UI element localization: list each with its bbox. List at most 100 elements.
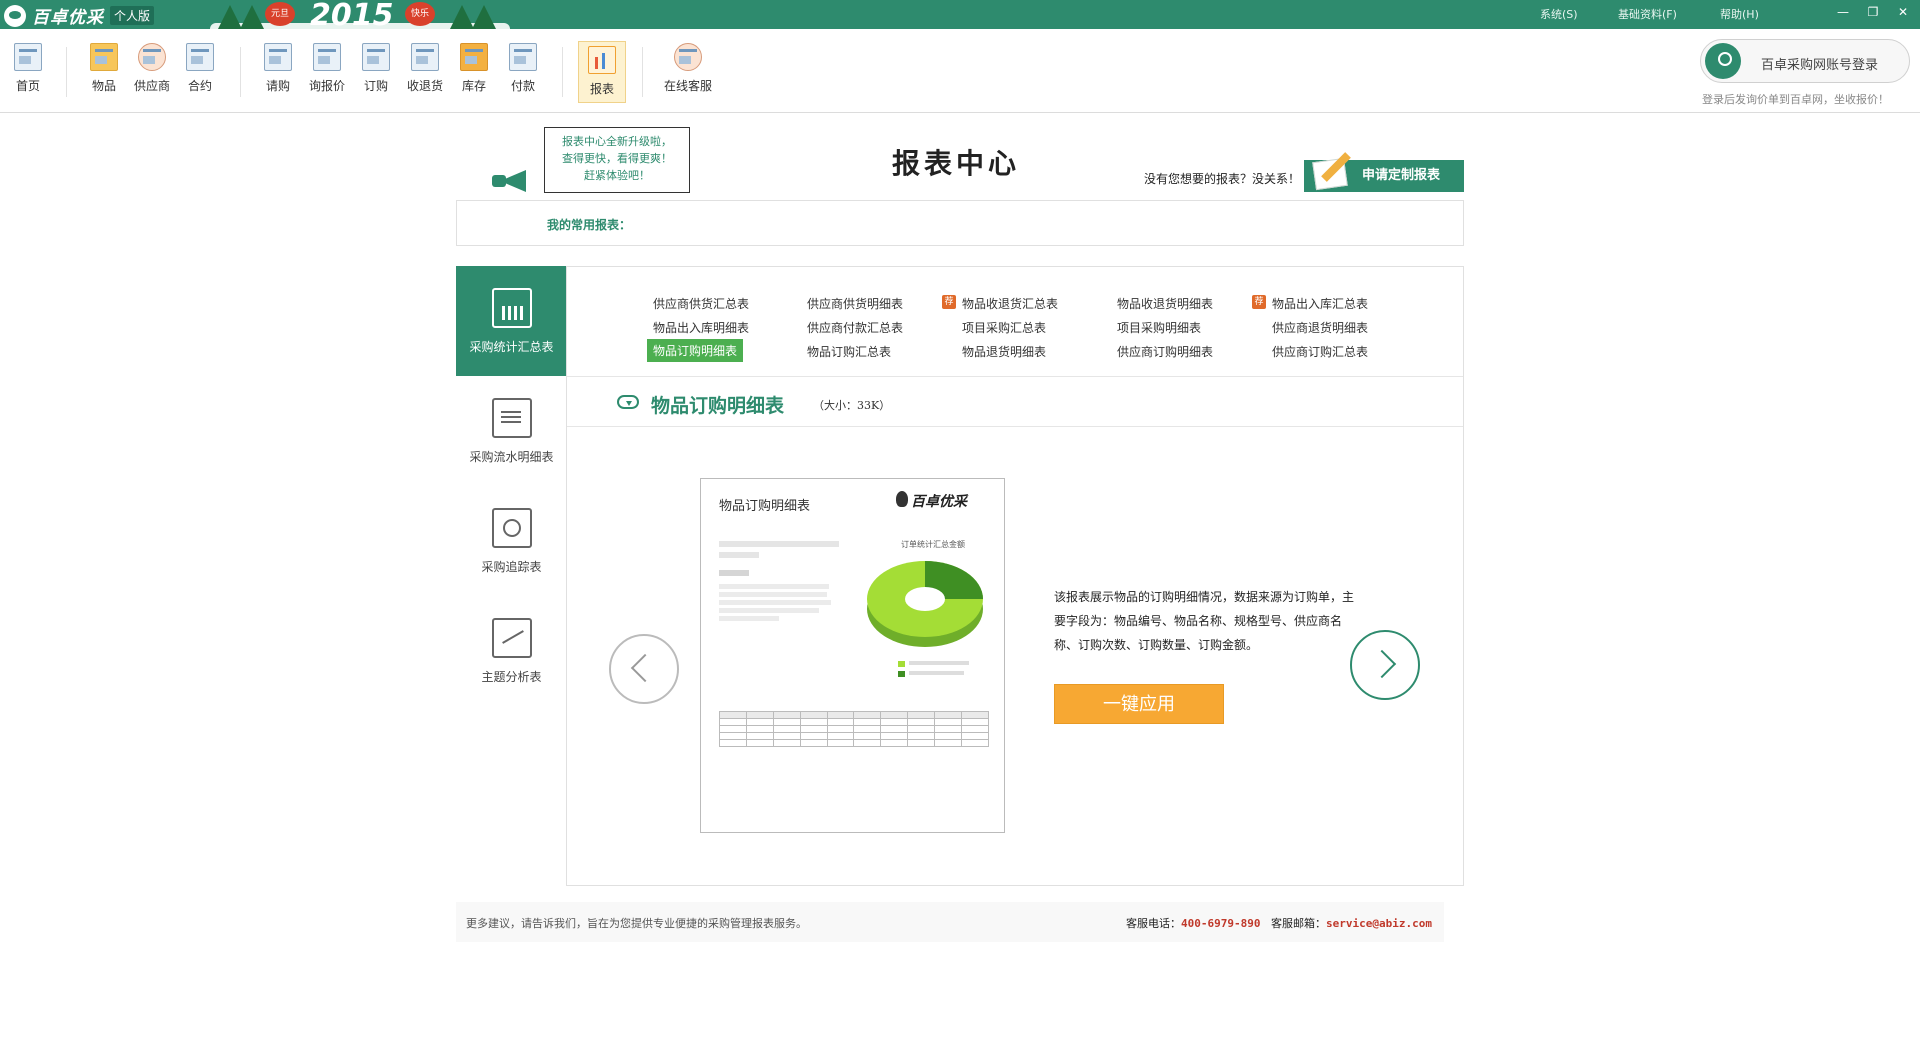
toolbar-online-service[interactable]: 在线客服: [658, 37, 718, 94]
preview-logo: 百卓优采: [911, 494, 967, 510]
tree-icon: [240, 5, 264, 29]
donut-hole: [905, 587, 945, 611]
toolbar-label: 请购: [265, 79, 290, 93]
report-link[interactable]: 物品出入库汇总表: [1272, 295, 1368, 312]
toolbar-requisition[interactable]: 请购: [254, 37, 302, 94]
report-link-selected[interactable]: 物品订购明细表: [647, 339, 744, 362]
customer-service-icon: [674, 43, 702, 71]
footer-feedback-text: 更多建议，请告诉我们，旨在为您提供专业便捷的采购管理报表服务。: [466, 917, 807, 930]
legend-text-line: [909, 661, 969, 665]
toolbar-label: 首页: [15, 79, 40, 93]
nav-label: 采购统计汇总表: [469, 340, 554, 354]
report-links-grid: 供应商供货汇总表 物品出入库明细表 物品订购明细表 供应商供货明细表 供应商付款…: [567, 267, 1463, 377]
toolbar-divider: [642, 47, 643, 97]
preview-table-header: [719, 711, 989, 719]
receiving-icon: [411, 43, 439, 71]
nav-label: 采购流水明细表: [469, 450, 554, 464]
report-link[interactable]: 物品收退货明细表: [1117, 295, 1213, 312]
toolbar-items[interactable]: 物品: [80, 37, 128, 94]
menu-help[interactable]: 帮助(H): [1720, 6, 1759, 22]
preview-text-line: [719, 552, 759, 558]
report-link[interactable]: 项目采购明细表: [1117, 319, 1201, 336]
main-toolbar: 首页 物品 供应商 合约 请购 询报价 订购 收退货 库存 付款 报表 在线客服…: [0, 29, 1920, 113]
preview-legend-entry: [898, 659, 969, 669]
report-chart-icon: [588, 46, 616, 74]
report-link[interactable]: 供应商付款汇总表: [807, 319, 903, 336]
account-login-button[interactable]: 百卓采购网账号登录: [1700, 39, 1910, 83]
footer-contact: 客服电话：400-6979-890 客服邮箱：service@abiz.com: [1126, 915, 1432, 931]
preview-table-row: [719, 725, 989, 733]
nav-label: 采购追踪表: [481, 560, 542, 574]
toolbar-receiving[interactable]: 收退货: [401, 37, 449, 94]
report-link[interactable]: 供应商订购明细表: [1117, 343, 1213, 360]
toolbar-label: 报表: [589, 82, 614, 96]
toolbar-inventory[interactable]: 库存: [450, 37, 498, 94]
payment-icon: [509, 43, 537, 71]
toolbar-supplier[interactable]: 供应商: [128, 37, 176, 94]
login-hint: 登录后发询价单到百卓网，坐收报价！: [1702, 93, 1889, 106]
menu-system[interactable]: 系统(S): [1540, 6, 1578, 22]
nav-theme-analysis[interactable]: 主题分析表: [456, 596, 567, 706]
minimize-button[interactable]: —: [1832, 3, 1854, 21]
preview-table-row: [719, 732, 989, 740]
menu-basic-data[interactable]: 基础资料(F): [1618, 6, 1677, 22]
upgrade-notice: 报表中心全新升级啦， 查得更快，看得更爽！ 赶紧体验吧！: [544, 127, 690, 193]
nav-purchase-summary[interactable]: 采购统计汇总表: [456, 266, 567, 376]
toolbar-order[interactable]: 订购: [352, 37, 400, 94]
restore-button[interactable]: ❐: [1862, 3, 1884, 21]
preview-legend-entry: [898, 669, 969, 679]
report-link[interactable]: 物品退货明细表: [962, 343, 1046, 360]
report-size: （大小：33K）: [813, 399, 891, 412]
preview-text-line: [719, 570, 749, 576]
report-link[interactable]: 供应商供货明细表: [807, 295, 903, 312]
upgrade-notice-line: 查得更快，看得更爽！: [562, 152, 672, 165]
page-title: 报表中心: [892, 147, 1021, 180]
toolbar-home[interactable]: 首页: [4, 37, 52, 94]
home-icon: [14, 43, 42, 71]
report-link[interactable]: 供应商退货明细表: [1272, 319, 1368, 336]
previous-report-button[interactable]: [609, 634, 679, 704]
email-address[interactable]: service@abiz.com: [1326, 917, 1432, 930]
nav-label: 主题分析表: [481, 670, 542, 684]
phone-label: 客服电话：: [1126, 917, 1182, 930]
nav-purchase-tracking[interactable]: 采购追踪表: [456, 486, 567, 596]
close-button[interactable]: ✕: [1892, 3, 1914, 21]
preview-text-line: [719, 616, 779, 621]
preview-table-row: [719, 718, 989, 726]
report-link[interactable]: 项目采购汇总表: [962, 319, 1046, 336]
report-link[interactable]: 物品收退货汇总表: [962, 295, 1058, 312]
chevron-left-icon: [630, 653, 660, 683]
tree-icon: [472, 5, 496, 29]
key-icon: [1705, 43, 1741, 79]
report-link[interactable]: 供应商订购汇总表: [1272, 343, 1368, 360]
report-description: 该报表展示物品的订购明细情况，数据来源为订购单，主要字段为：物品编号、物品名称、…: [1054, 590, 1355, 652]
report-link[interactable]: 物品出入库明细表: [653, 319, 749, 336]
toolbar-inquiry[interactable]: 询报价: [303, 37, 351, 94]
report-link[interactable]: 供应商供货汇总表: [653, 295, 749, 312]
app-name: 百卓优采: [32, 8, 104, 28]
toolbar-contract[interactable]: 合约: [176, 37, 224, 94]
common-reports-label: 我的常用报表：: [547, 218, 632, 232]
preview-summary-text: [719, 541, 849, 621]
toolbar-divider: [240, 47, 241, 97]
edition-badge: 个人版: [110, 6, 155, 25]
apply-report-button[interactable]: 一键应用: [1054, 684, 1224, 724]
nav-purchase-ledger[interactable]: 采购流水明细表: [456, 376, 567, 486]
preview-text-line: [719, 584, 829, 589]
lantern-icon: 元旦: [265, 2, 295, 26]
next-report-button[interactable]: [1350, 630, 1420, 700]
toolbar-label: 合约: [187, 79, 212, 93]
recommended-badge: 荐: [1252, 295, 1266, 309]
pencil-paper-icon: [1308, 146, 1358, 190]
ledger-lines: [500, 409, 521, 423]
toolbar-payment[interactable]: 付款: [499, 37, 547, 94]
toolbar-label: 付款: [510, 79, 535, 93]
toolbar-label: 供应商: [133, 79, 170, 93]
preview-text-line: [719, 592, 827, 597]
report-category-nav: 采购统计汇总表 采购流水明细表 采购追踪表 主题分析表: [456, 266, 567, 886]
report-name: 物品订购明细表: [651, 395, 785, 417]
common-reports-bar: 我的常用报表：: [456, 200, 1464, 246]
toolbar-reports[interactable]: 报表: [578, 41, 626, 103]
report-link[interactable]: 物品订购汇总表: [807, 343, 891, 360]
lantern-icon: 快乐: [405, 2, 435, 26]
